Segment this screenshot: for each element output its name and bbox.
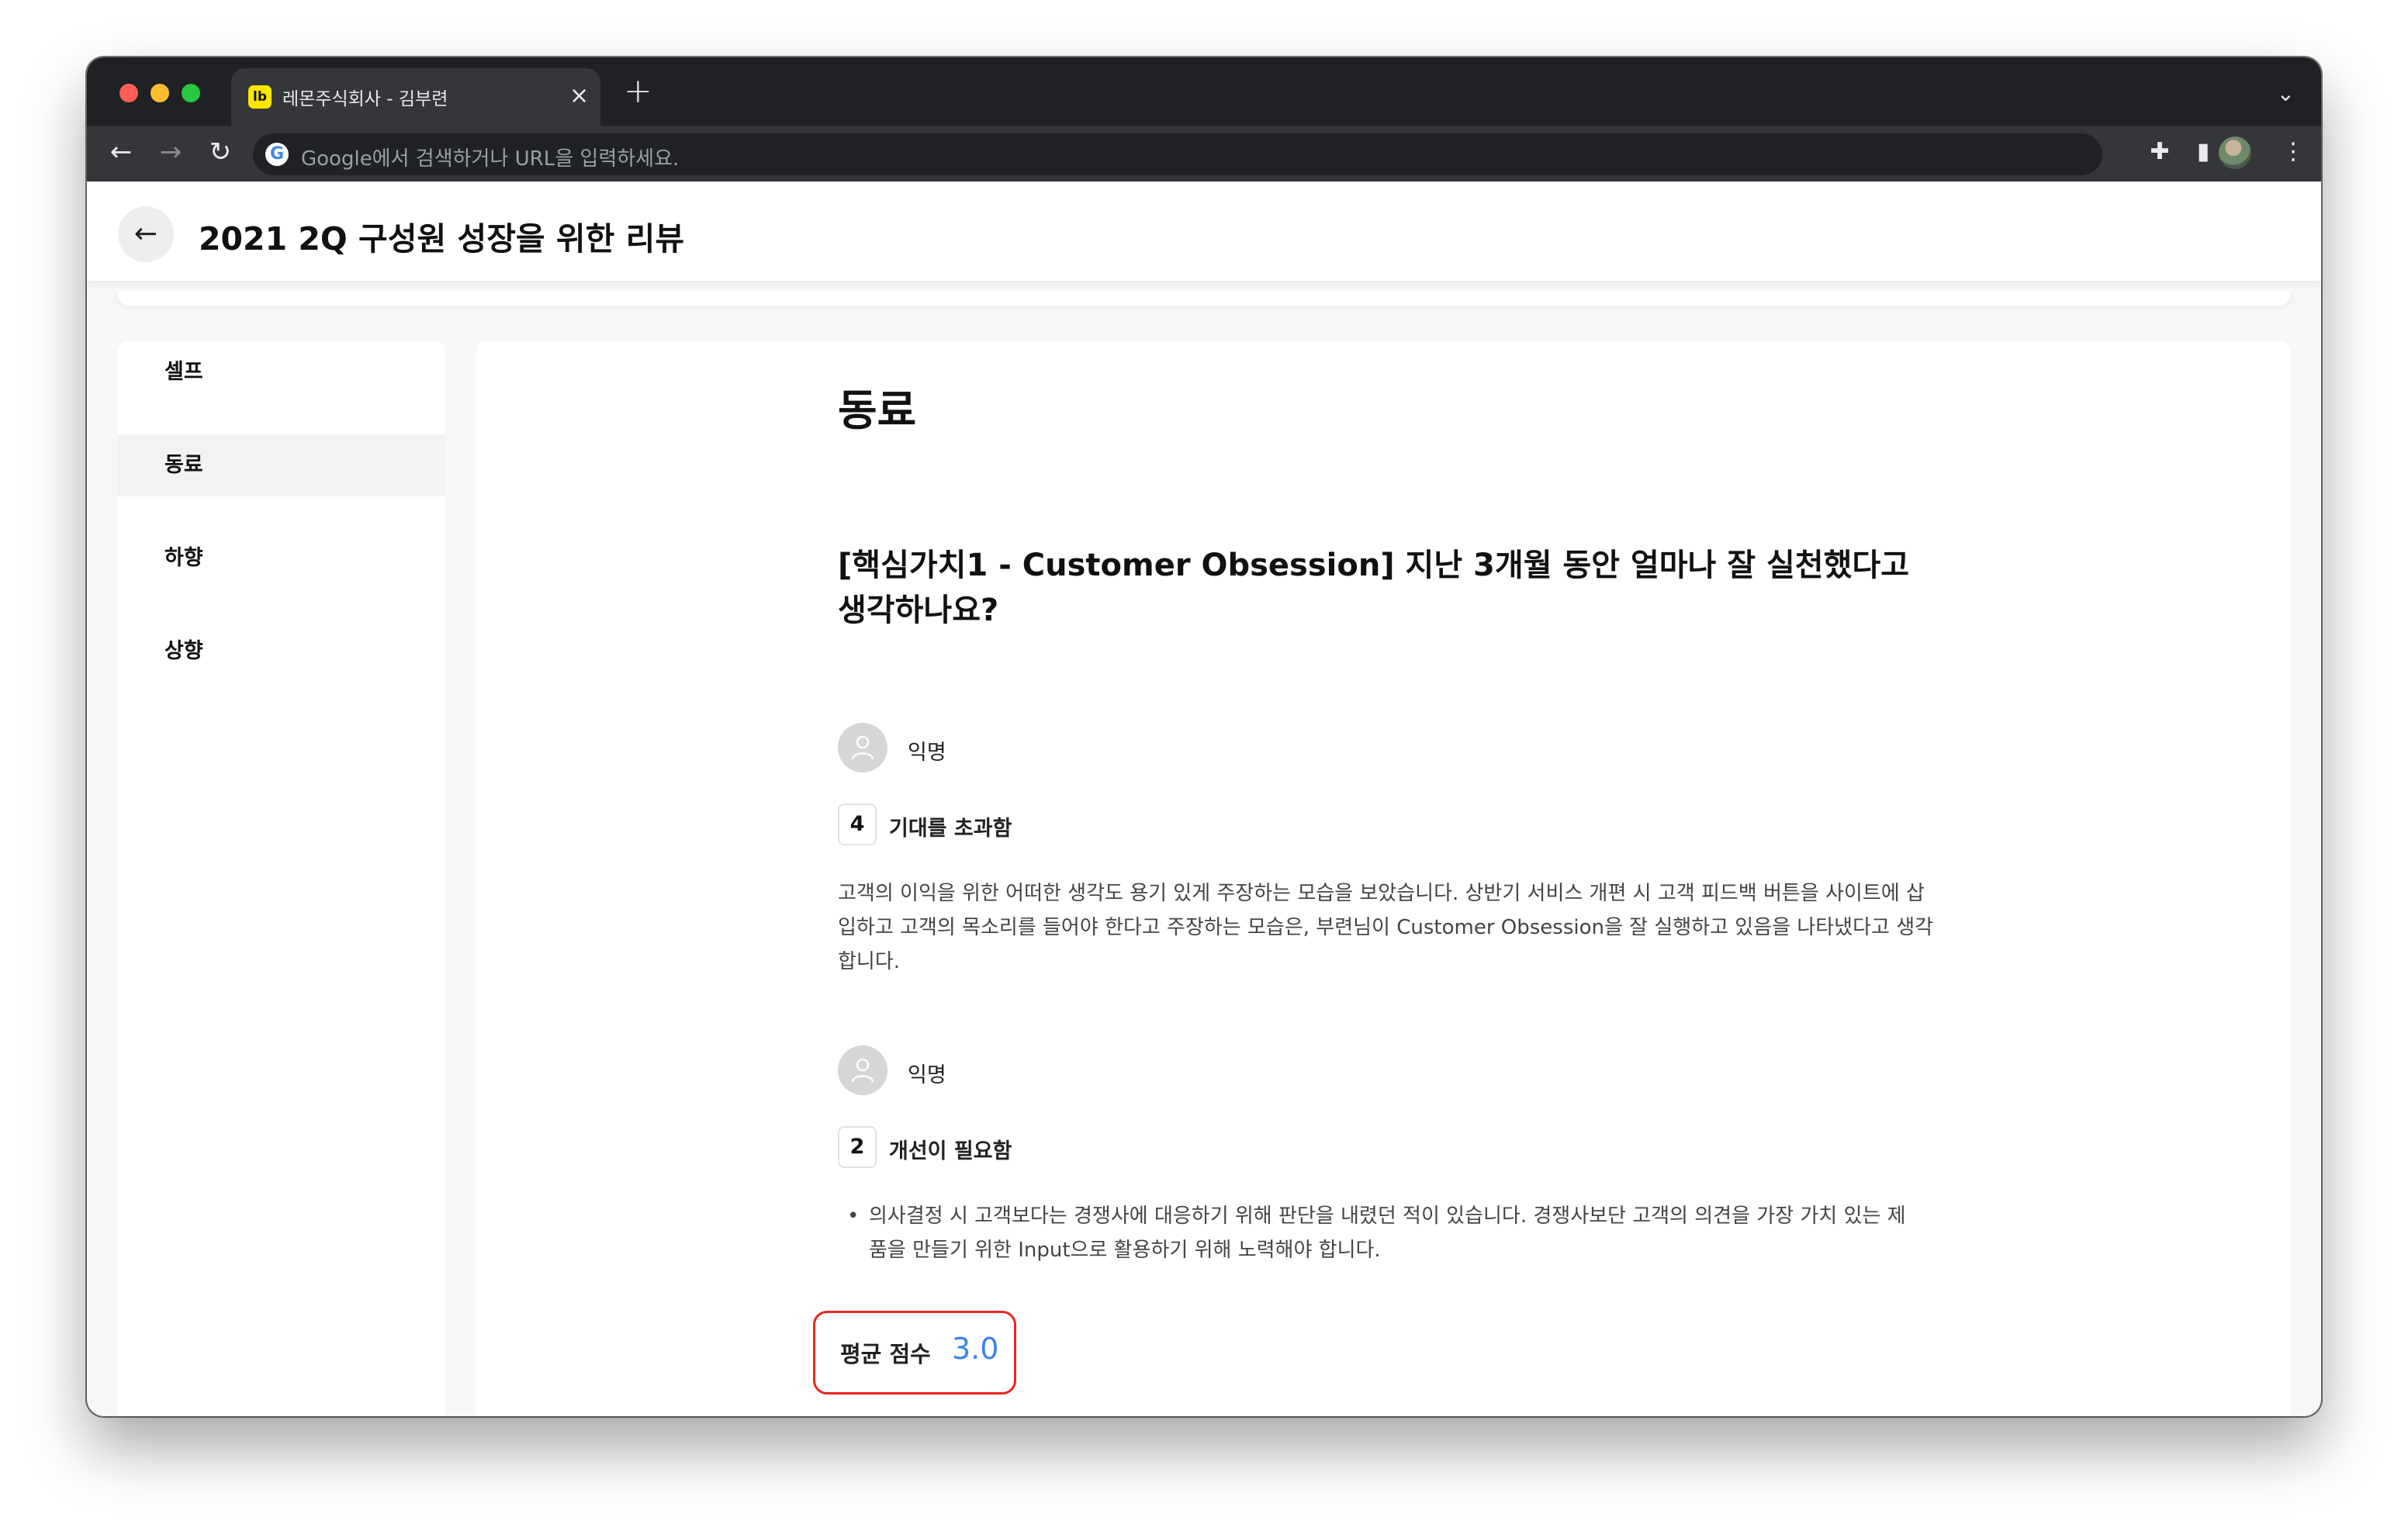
review-type-sidebar: 셀프 동료 하향 상향 (118, 341, 445, 1416)
average-score-label: 평균 점수 (840, 1341, 931, 1367)
new-tab-icon[interactable]: + (624, 74, 652, 109)
sidebar-item-peer[interactable]: 동료 (118, 434, 445, 496)
question-text: [핵심가치1 - Customer Obsession] 지난 3개월 동안 얼… (838, 548, 1909, 628)
browser-window: lb 레몬주식회사 - 김부련 × + ⌄ ← → ↻ G Google에서 검… (87, 57, 2321, 1416)
close-window-button[interactable] (119, 84, 138, 102)
tab-search-chevron-icon[interactable]: ⌄ (2277, 81, 2295, 106)
response-author: 익명 (908, 741, 946, 765)
back-arrow-icon[interactable]: ← (102, 133, 140, 171)
favicon-icon: lb (248, 85, 272, 109)
forward-arrow-icon[interactable]: → (152, 133, 189, 171)
sidebar-item-downward[interactable]: 하향 (118, 527, 445, 589)
extensions-puzzle-icon[interactable]: ✚ (2143, 135, 2177, 169)
section-title: 동료 (838, 385, 917, 435)
score-label: 개선이 필요함 (889, 1139, 1012, 1163)
review-content: 동료 [핵심가치1 - Customer Obsession] 지난 3개월 동… (476, 341, 2290, 1416)
close-tab-icon[interactable]: × (569, 81, 589, 112)
reload-icon[interactable]: ↻ (202, 133, 239, 171)
more-menu-icon[interactable]: ⋮ (2276, 135, 2310, 169)
bullet-icon: • (847, 1204, 860, 1228)
score-badge: 4 (838, 804, 877, 845)
page-header: ← 2021 2Q 구성원 성장을 위한 리뷰 (87, 181, 2321, 281)
anonymous-avatar (838, 1045, 887, 1095)
profile-avatar[interactable] (2219, 137, 2251, 169)
sidebar-item-upward[interactable]: 상향 (118, 620, 445, 683)
address-bar[interactable]: G Google에서 검색하거나 URL을 입력하세요. (253, 133, 2102, 175)
minimize-window-button[interactable] (150, 84, 169, 102)
user-icon (851, 1058, 874, 1083)
tab-bar: lb 레몬주식회사 - 김부련 × + ⌄ (87, 57, 2321, 126)
browser-toolbar: ← → ↻ G Google에서 검색하거나 URL을 입력하세요. ✚ ▮ ⋮ (87, 126, 2321, 181)
anonymous-avatar (838, 723, 887, 772)
response-comment: 고객의 이익을 위한 어떠한 생각도 용기 있게 주장하는 모습을 보았습니다.… (838, 882, 1934, 973)
address-placeholder[interactable]: Google에서 검색하거나 URL을 입력하세요. (301, 143, 679, 171)
page-title: 2021 2Q 구성원 성장을 위한 리뷰 (199, 220, 685, 257)
score-label: 기대를 초과함 (889, 817, 1012, 841)
google-icon: G (265, 143, 289, 166)
browser-tab[interactable]: lb 레몬주식회사 - 김부련 × (231, 68, 600, 126)
response-author: 익명 (908, 1063, 946, 1087)
average-score-value: 3.0 (952, 1332, 999, 1366)
tab-title: 레몬주식회사 - 김부련 (282, 89, 448, 109)
side-panel-icon[interactable]: ▮ (2186, 135, 2220, 169)
response-comment: 의사결정 시 고객보다는 경쟁사에 대응하기 위해 판단을 내렸던 적이 있습니… (869, 1204, 1906, 1262)
maximize-window-button[interactable] (182, 84, 200, 102)
average-score-box: 평균 점수 3.0 (813, 1311, 1016, 1394)
sidebar-item-self[interactable]: 셀프 (118, 341, 445, 403)
score-badge: 2 (838, 1126, 877, 1168)
back-button[interactable]: ← (118, 206, 174, 262)
header-card-edge (118, 290, 2290, 306)
response-comment-bulleted: • 의사결정 시 고객보다는 경쟁사에 대응하기 위해 판단을 내렸던 적이 있… (847, 1199, 1924, 1267)
user-icon (851, 735, 874, 760)
